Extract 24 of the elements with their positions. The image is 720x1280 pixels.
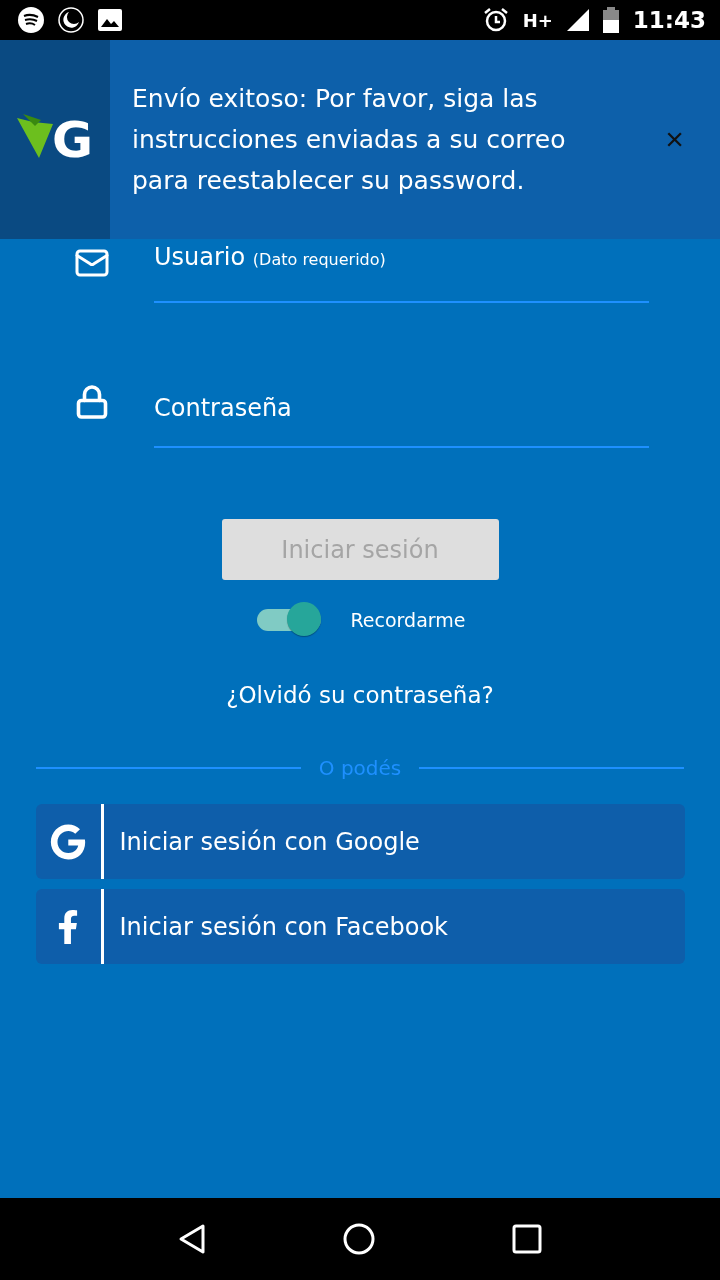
lock-icon xyxy=(74,384,110,420)
input-field[interactable]: Usuario (Dato requerido) xyxy=(154,239,649,303)
image-icon xyxy=(98,9,122,31)
network-type: H+ xyxy=(522,9,553,31)
input-field[interactable]: Contraseña xyxy=(154,384,649,448)
back-icon[interactable] xyxy=(178,1223,206,1255)
logo: G xyxy=(17,109,93,170)
clock-time: 11:43 xyxy=(632,7,706,33)
battery-icon xyxy=(602,7,619,33)
social-login-button[interactable]: Iniciar sesión con Google xyxy=(35,804,685,879)
alarm-icon xyxy=(482,7,509,33)
remember-label: Recordarme xyxy=(350,609,466,631)
forgot-password-link[interactable]: ¿Olvidó su contraseña? xyxy=(226,682,494,708)
notification-message: Envío exitoso: Por favor, siga las instrucciones enviadas a su correo para reestablecer su password. xyxy=(132,83,567,197)
close-button[interactable]: × xyxy=(665,121,684,158)
toggle-thumb[interactable] xyxy=(286,602,321,636)
divider-label: O podés xyxy=(318,756,402,780)
music-app-icon xyxy=(18,7,44,33)
recents-icon[interactable] xyxy=(512,1224,542,1254)
social-login-button[interactable]: Iniciar sesión con Facebook xyxy=(35,889,685,964)
google-icon xyxy=(50,823,86,860)
moon-icon xyxy=(58,7,84,33)
signal-icon xyxy=(566,9,589,31)
home-icon[interactable] xyxy=(342,1222,376,1256)
